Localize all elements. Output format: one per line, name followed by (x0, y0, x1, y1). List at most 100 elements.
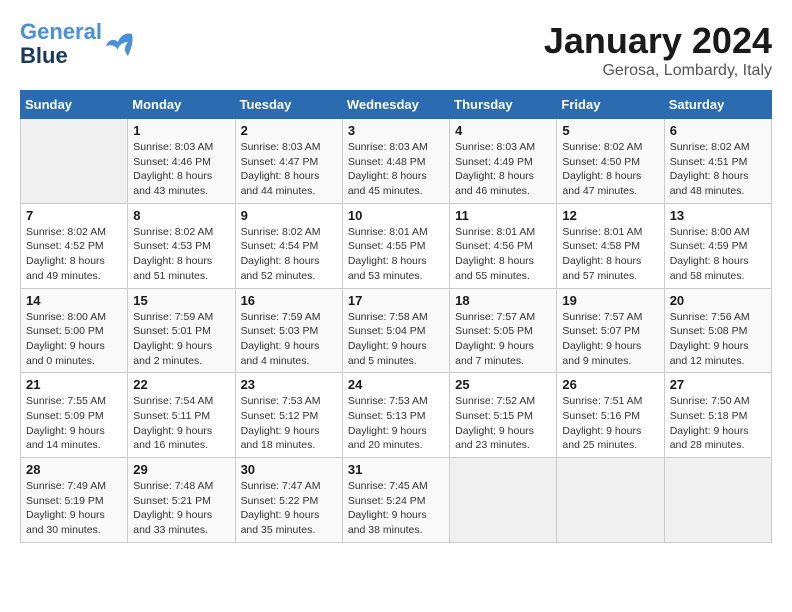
day-number: 27 (670, 377, 766, 392)
day-number: 16 (241, 293, 337, 308)
calendar-cell: 19Sunrise: 7:57 AMSunset: 5:07 PMDayligh… (557, 288, 664, 373)
day-number: 18 (455, 293, 551, 308)
day-number: 1 (133, 123, 229, 138)
calendar-cell: 24 Sunrise: 7:53 AMSunset: 5:13 PMDayligh… (342, 373, 449, 458)
day-info: Sunrise: 8:00 AMSunset: 5:00 PMDaylight:… (26, 310, 122, 369)
calendar-cell: 14 Sunrise: 8:00 AMSunset: 5:00 PMDayligh… (21, 288, 128, 373)
calendar-cell: 20Sunrise: 7:56 AMSunset: 5:08 PMDayligh… (664, 288, 771, 373)
weekday-header: Saturday (664, 91, 771, 119)
calendar-cell: 4 Sunrise: 8:03 AMSunset: 4:49 PMDaylight… (450, 119, 557, 204)
day-info: Sunrise: 7:45 AMSunset: 5:24 PMDaylight:… (348, 479, 444, 538)
day-number: 21 (26, 377, 122, 392)
page-header: GeneralBlue January 2024 Gerosa, Lombard… (20, 20, 772, 80)
day-number: 26 (562, 377, 658, 392)
calendar-cell: 25Sunrise: 7:52 AMSunset: 5:15 PMDayligh… (450, 373, 557, 458)
calendar-cell: 29 Sunrise: 7:48 AMSunset: 5:21 PMDayligh… (128, 458, 235, 543)
day-number: 30 (241, 462, 337, 477)
day-info: Sunrise: 7:49 AMSunset: 5:19 PMDaylight:… (26, 479, 122, 538)
day-info: Sunrise: 8:03 AMSunset: 4:49 PMDaylight:… (455, 140, 551, 199)
calendar-cell: 13 Sunrise: 8:00 AMSunset: 4:59 PMDayligh… (664, 203, 771, 288)
calendar-week-row: 21 Sunrise: 7:55 AMSunset: 5:09 PMDayligh… (21, 373, 772, 458)
calendar-cell: 7Sunrise: 8:02 AMSunset: 4:52 PMDaylight… (21, 203, 128, 288)
day-info: Sunrise: 7:55 AMSunset: 5:09 PMDaylight:… (26, 394, 122, 453)
calendar-cell: 18 Sunrise: 7:57 AMSunset: 5:05 PMDayligh… (450, 288, 557, 373)
day-info: Sunrise: 7:58 AMSunset: 5:04 PMDaylight:… (348, 310, 444, 369)
day-number: 29 (133, 462, 229, 477)
calendar-cell: 5Sunrise: 8:02 AMSunset: 4:50 PMDaylight… (557, 119, 664, 204)
calendar-cell: 27 Sunrise: 7:50 AMSunset: 5:18 PMDayligh… (664, 373, 771, 458)
weekday-header: Friday (557, 91, 664, 119)
weekday-header-row: SundayMondayTuesdayWednesdayThursdayFrid… (21, 91, 772, 119)
calendar-cell: 8Sunrise: 8:02 AMSunset: 4:53 PMDaylight… (128, 203, 235, 288)
day-info: Sunrise: 7:50 AMSunset: 5:18 PMDaylight:… (670, 394, 766, 453)
calendar-table: SundayMondayTuesdayWednesdayThursdayFrid… (20, 90, 772, 543)
day-info: Sunrise: 8:03 AMSunset: 4:48 PMDaylight:… (348, 140, 444, 199)
day-number: 15 (133, 293, 229, 308)
day-number: 31 (348, 462, 444, 477)
title-block: January 2024 Gerosa, Lombardy, Italy (544, 20, 772, 80)
calendar-cell: 3 Sunrise: 8:03 AMSunset: 4:48 PMDaylight… (342, 119, 449, 204)
logo-bird-icon (104, 28, 136, 60)
logo: GeneralBlue (20, 20, 136, 68)
calendar-week-row: 1 Sunrise: 8:03 AMSunset: 4:46 PMDaylight… (21, 119, 772, 204)
day-number: 11 (455, 208, 551, 223)
day-number: 23 (241, 377, 337, 392)
day-number: 6 (670, 123, 766, 138)
calendar-cell: 6 Sunrise: 8:02 AMSunset: 4:51 PMDaylight… (664, 119, 771, 204)
day-number: 10 (348, 208, 444, 223)
calendar-cell: 10 Sunrise: 8:01 AMSunset: 4:55 PMDayligh… (342, 203, 449, 288)
calendar-cell: 31 Sunrise: 7:45 AMSunset: 5:24 PMDayligh… (342, 458, 449, 543)
weekday-header: Sunday (21, 91, 128, 119)
day-number: 14 (26, 293, 122, 308)
weekday-header: Thursday (450, 91, 557, 119)
calendar-week-row: 14 Sunrise: 8:00 AMSunset: 5:00 PMDayligh… (21, 288, 772, 373)
day-info: Sunrise: 8:01 AMSunset: 4:55 PMDaylight:… (348, 225, 444, 284)
calendar-cell: 22 Sunrise: 7:54 AMSunset: 5:11 PMDayligh… (128, 373, 235, 458)
calendar-cell: 1 Sunrise: 8:03 AMSunset: 4:46 PMDaylight… (128, 119, 235, 204)
day-info: Sunrise: 7:51 AMSunset: 5:16 PMDaylight:… (562, 394, 658, 453)
day-number: 3 (348, 123, 444, 138)
day-info: Sunrise: 7:48 AMSunset: 5:21 PMDaylight:… (133, 479, 229, 538)
month-title: January 2024 (544, 20, 772, 62)
day-number: 13 (670, 208, 766, 223)
calendar-week-row: 28Sunrise: 7:49 AMSunset: 5:19 PMDayligh… (21, 458, 772, 543)
day-number: 12 (562, 208, 658, 223)
calendar-cell: 26 Sunrise: 7:51 AMSunset: 5:16 PMDayligh… (557, 373, 664, 458)
day-info: Sunrise: 7:59 AMSunset: 5:03 PMDaylight:… (241, 310, 337, 369)
day-number: 5 (562, 123, 658, 138)
day-info: Sunrise: 8:00 AMSunset: 4:59 PMDaylight:… (670, 225, 766, 284)
calendar-cell: 12 Sunrise: 8:01 AMSunset: 4:58 PMDayligh… (557, 203, 664, 288)
day-info: Sunrise: 8:03 AMSunset: 4:46 PMDaylight:… (133, 140, 229, 199)
day-number: 19 (562, 293, 658, 308)
day-number: 4 (455, 123, 551, 138)
day-info: Sunrise: 8:02 AMSunset: 4:51 PMDaylight:… (670, 140, 766, 199)
day-info: Sunrise: 7:56 AMSunset: 5:08 PMDaylight:… (670, 310, 766, 369)
day-number: 7 (26, 208, 122, 223)
calendar-cell: 9Sunrise: 8:02 AMSunset: 4:54 PMDaylight… (235, 203, 342, 288)
day-info: Sunrise: 7:54 AMSunset: 5:11 PMDaylight:… (133, 394, 229, 453)
day-number: 8 (133, 208, 229, 223)
weekday-header: Monday (128, 91, 235, 119)
day-info: Sunrise: 7:59 AMSunset: 5:01 PMDaylight:… (133, 310, 229, 369)
day-number: 17 (348, 293, 444, 308)
day-info: Sunrise: 8:01 AMSunset: 4:58 PMDaylight:… (562, 225, 658, 284)
logo-text: GeneralBlue (20, 20, 102, 68)
calendar-cell: 21 Sunrise: 7:55 AMSunset: 5:09 PMDayligh… (21, 373, 128, 458)
calendar-cell (557, 458, 664, 543)
day-info: Sunrise: 7:53 AMSunset: 5:13 PMDaylight:… (348, 394, 444, 453)
location-subtitle: Gerosa, Lombardy, Italy (544, 62, 772, 80)
day-number: 25 (455, 377, 551, 392)
weekday-header: Wednesday (342, 91, 449, 119)
weekday-header: Tuesday (235, 91, 342, 119)
calendar-cell: 11Sunrise: 8:01 AMSunset: 4:56 PMDayligh… (450, 203, 557, 288)
calendar-cell: 2 Sunrise: 8:03 AMSunset: 4:47 PMDaylight… (235, 119, 342, 204)
day-number: 9 (241, 208, 337, 223)
calendar-cell: 16 Sunrise: 7:59 AMSunset: 5:03 PMDayligh… (235, 288, 342, 373)
day-number: 24 (348, 377, 444, 392)
day-info: Sunrise: 7:57 AMSunset: 5:05 PMDaylight:… (455, 310, 551, 369)
day-number: 22 (133, 377, 229, 392)
day-number: 2 (241, 123, 337, 138)
day-info: Sunrise: 8:03 AMSunset: 4:47 PMDaylight:… (241, 140, 337, 199)
calendar-cell (21, 119, 128, 204)
calendar-cell: 23Sunrise: 7:53 AMSunset: 5:12 PMDayligh… (235, 373, 342, 458)
